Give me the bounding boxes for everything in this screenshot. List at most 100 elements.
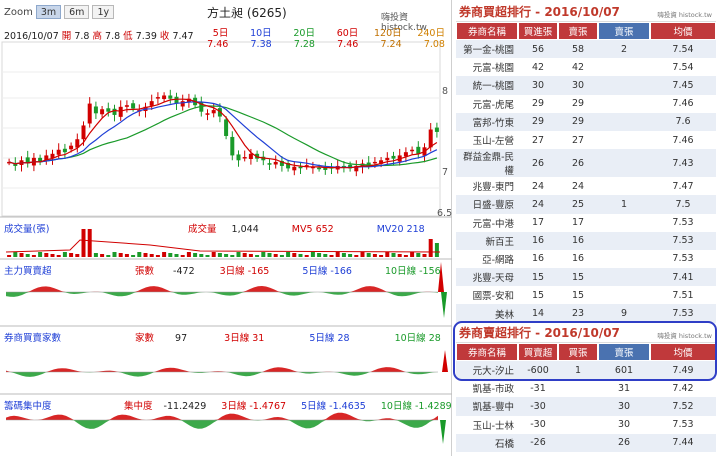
- main-force-5d-value: -166: [330, 266, 352, 277]
- buy-ranking-row[interactable]: 國票-安和 15 15 7.51: [456, 286, 716, 305]
- concentration-readout: 集中度 -11.2429 3日線 -1.4767 5日線 -1.4635 10日…: [124, 398, 452, 412]
- candle-body: [112, 108, 117, 115]
- buy-header-avg[interactable]: 均價: [650, 22, 716, 40]
- volume-bar: [366, 253, 371, 257]
- buy-ranking-brand[interactable]: 嗨投資 histock.tw: [657, 9, 712, 19]
- close-label: 收: [159, 31, 170, 42]
- sell-ranking-avg-price: 7.53: [650, 415, 716, 434]
- main-force-10d-label: 10日線: [384, 266, 417, 277]
- buy-header-sell2[interactable]: 賣張: [598, 22, 650, 40]
- sell-ranking-brand[interactable]: 嗨投資 histock.tw: [657, 330, 712, 340]
- sell-ranking-net-value: 30: [598, 397, 650, 416]
- buy-ranking-avg-price: 7.53: [650, 231, 716, 250]
- candle-body: [317, 167, 322, 170]
- buy-ranking-row[interactable]: 新百王 16 16 7.53: [456, 231, 716, 250]
- buy-ranking-net-value: [598, 177, 650, 196]
- sell-header-buy[interactable]: 買張: [558, 343, 598, 361]
- buy-ranking-buy-value: 15: [518, 286, 558, 305]
- buy-ranking-avg-price: 7.43: [650, 149, 716, 178]
- sell-ranking-row[interactable]: 凱基-豐中 -30 30 7.52: [456, 397, 716, 416]
- buy-ranking-row[interactable]: 兆豐-東門 24 24 7.47: [456, 177, 716, 196]
- buy-ranking-row[interactable]: 統一-桃園 30 30 7.45: [456, 76, 716, 95]
- buy-ranking-broker-name[interactable]: 新百王: [456, 231, 518, 250]
- buy-ranking-broker-name[interactable]: 元富-虎尾: [456, 94, 518, 113]
- sell-ranking-row[interactable]: 石橋 -26 26 7.44: [456, 433, 716, 452]
- buy-ranking-avg-price: 7.5: [650, 195, 716, 214]
- buy-ranking-sell-value: 29: [558, 112, 598, 131]
- sell-header-broker[interactable]: 券商名稱: [456, 343, 518, 361]
- sell-ranking-row[interactable]: 玉山-士林 -30 30 7.53: [456, 415, 716, 434]
- ma5-line: [8, 98, 438, 169]
- mv5-value: 652: [315, 224, 334, 235]
- volume-bar: [112, 252, 117, 257]
- zoom-6m-button[interactable]: 6m: [64, 5, 90, 19]
- buy-ranking-row[interactable]: 亞-網路 16 16 7.53: [456, 249, 716, 269]
- open-value: 7.8: [74, 31, 90, 42]
- sell-header-avg[interactable]: 均價: [650, 343, 716, 361]
- buy-ranking-row[interactable]: 玉山-左營 27 27 7.46: [456, 130, 716, 150]
- volume-bar: [7, 255, 12, 257]
- buy-ranking-broker-name[interactable]: 亞-網路: [456, 249, 518, 269]
- buy-header-buy[interactable]: 買進張: [518, 22, 558, 40]
- buy-ranking-row[interactable]: 富邦-竹東 29 29 7.6: [456, 112, 716, 131]
- buy-ranking-row[interactable]: 元富-虎尾 29 29 7.46: [456, 94, 716, 113]
- candle-body: [391, 155, 396, 159]
- main-force-negative-area: [6, 292, 438, 297]
- buy-ranking-broker-name[interactable]: 國票-安和: [456, 286, 518, 305]
- sell-ranking-row[interactable]: 凱基-市政 -31 31 7.42: [456, 379, 716, 398]
- sell-header-sell[interactable]: 賣張: [598, 343, 650, 361]
- buy-ranking-broker-name[interactable]: 兆豐-東門: [456, 177, 518, 196]
- buy-ranking-broker-name[interactable]: 美林: [456, 304, 518, 323]
- volume-bar: [168, 253, 173, 257]
- candle-body: [56, 149, 61, 155]
- buy-ranking-row[interactable]: 第一金-桃園 56 58 2 7.54: [456, 40, 716, 59]
- volume-label: 成交量: [188, 224, 217, 235]
- stock-chart-area: Zoom 3m 6m 1y 方土昶 (6265) 嗨投資 histock.tw …: [0, 0, 452, 456]
- ma120-header: 120日: [374, 28, 402, 39]
- buy-ranking-broker-name[interactable]: 群益金鼎-民權: [456, 149, 518, 178]
- buy-ranking-row[interactable]: 元富-桃園 42 42 7.54: [456, 58, 716, 77]
- price-tick-8: 8: [442, 86, 449, 97]
- volume-bar: [255, 255, 260, 257]
- sell-header-net[interactable]: 買賣超: [518, 343, 558, 361]
- buy-ranking-row[interactable]: 群益金鼎-民權 26 26 7.43: [456, 149, 716, 178]
- buy-ranking-table: 券商名稱 買進張 賣張 賣張 均價 第一金-桃園 56 58 2 7.54 元富-桃園 42…: [456, 22, 716, 323]
- concentration-10d-value: -1.4289: [414, 401, 452, 412]
- sell-ranking-net-value: 601: [598, 361, 650, 380]
- buy-ranking-broker-name[interactable]: 元富-中港: [456, 213, 518, 232]
- sell-ranking-broker-name[interactable]: 玉山-士林: [456, 415, 518, 434]
- buy-ranking-avg-price: 7.51: [650, 286, 716, 305]
- sell-ranking-broker-name[interactable]: 凱基-市政: [456, 379, 518, 398]
- buy-ranking-row[interactable]: 元富-中港 17 17 7.53: [456, 213, 716, 232]
- volume-bar: [131, 255, 136, 257]
- buy-ranking-row[interactable]: 日盛-豐原 24 25 1 7.5: [456, 195, 716, 214]
- zoom-1y-button[interactable]: 1y: [92, 5, 115, 19]
- sell-ranking-sell-value: [558, 379, 598, 398]
- ma60-header: 60日: [336, 28, 359, 39]
- volume-bar: [242, 253, 247, 257]
- buy-header-broker[interactable]: 券商名稱: [456, 22, 518, 40]
- candle-body: [230, 136, 235, 156]
- sell-ranking-broker-name[interactable]: 元大-汐止: [456, 361, 518, 380]
- buy-ranking-broker-name[interactable]: 兆豐-天母: [456, 268, 518, 287]
- buy-header-sell[interactable]: 賣張: [558, 22, 598, 40]
- sell-ranking-broker-name[interactable]: 凱基-豐中: [456, 397, 518, 416]
- sell-ranking-broker-name[interactable]: 石橋: [456, 433, 518, 452]
- sell-ranking-header-row: 券商名稱 買賣超 買張 賣張 均價: [456, 343, 716, 361]
- buy-ranking-broker-name[interactable]: 玉山-左營: [456, 130, 518, 150]
- buy-ranking-broker-name[interactable]: 元富-桃園: [456, 58, 518, 77]
- buy-ranking-broker-name[interactable]: 富邦-竹東: [456, 112, 518, 131]
- buy-ranking-row[interactable]: 美林 14 23 9 7.53: [456, 304, 716, 323]
- mv20-value: 218: [406, 224, 425, 235]
- buy-ranking-row[interactable]: 兆豐-天母 15 15 7.41: [456, 268, 716, 287]
- sell-ranking-row[interactable]: 元大-汐止 -600 1 601 7.49: [456, 361, 716, 380]
- buy-ranking-broker-name[interactable]: 日盛-豐原: [456, 195, 518, 214]
- sell-ranking-avg-price: 7.49: [650, 361, 716, 380]
- volume-bar: [31, 255, 36, 257]
- buy-ranking-broker-name[interactable]: 統一-桃園: [456, 76, 518, 95]
- zoom-3m-button[interactable]: 3m: [35, 5, 62, 19]
- concentration-value-label: 集中度: [124, 401, 153, 412]
- buy-ranking-broker-name[interactable]: 第一金-桃園: [456, 40, 518, 59]
- buy-ranking-sell-value: 27: [558, 130, 598, 150]
- buy-ranking-buy-value: 16: [518, 231, 558, 250]
